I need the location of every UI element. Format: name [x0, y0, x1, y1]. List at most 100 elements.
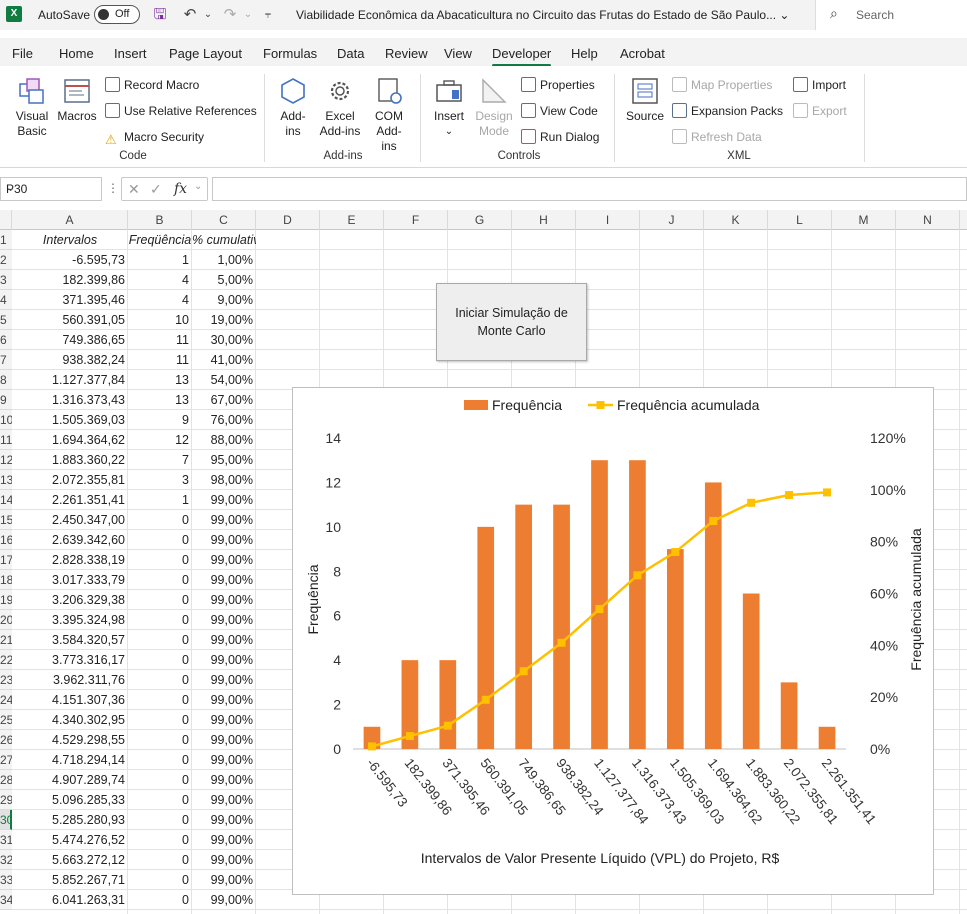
chevron-down-icon[interactable]: ⌄: [6, 181, 96, 194]
row-header[interactable]: 11: [0, 430, 12, 450]
row-header[interactable]: 26: [0, 730, 12, 750]
table-cell[interactable]: 99,00%: [192, 850, 256, 870]
column-header-n[interactable]: N: [896, 210, 960, 230]
table-cell[interactable]: 99,00%: [192, 690, 256, 710]
table-cell[interactable]: 99,00%: [192, 590, 256, 610]
tab-developer[interactable]: Developer: [492, 46, 552, 67]
column-header-e[interactable]: E: [320, 210, 384, 230]
column-header-d[interactable]: D: [256, 210, 320, 230]
visual-basic-button[interactable]: Visual Basic: [10, 76, 54, 139]
properties-button[interactable]: Properties: [521, 76, 595, 94]
expansion-packs-button[interactable]: Expansion Packs: [672, 102, 783, 120]
table-cell[interactable]: 0: [128, 610, 192, 630]
table-cell[interactable]: 1.316.373,43: [12, 390, 128, 410]
table-cell[interactable]: 99,00%: [192, 570, 256, 590]
table-cell[interactable]: 4: [128, 270, 192, 290]
table-cell[interactable]: 11: [128, 330, 192, 350]
table-cell[interactable]: 4.340.302,95: [12, 710, 128, 730]
row-header[interactable]: 29: [0, 790, 12, 810]
tab-help[interactable]: Help: [571, 46, 598, 61]
row-header[interactable]: 17: [0, 550, 12, 570]
row-header[interactable]: 21: [0, 630, 12, 650]
tab-view[interactable]: View: [444, 46, 472, 61]
table-cell[interactable]: 5.474.276,52: [12, 830, 128, 850]
row-header[interactable]: 3: [0, 270, 12, 290]
row-header[interactable]: 10: [0, 410, 12, 430]
column-header-a[interactable]: A: [12, 210, 128, 230]
table-cell[interactable]: 30,00%: [192, 330, 256, 350]
cancel-icon[interactable]: ✕: [128, 181, 140, 198]
table-cell[interactable]: 2.450.347,00: [12, 510, 128, 530]
chevron-down-icon[interactable]: ⌄: [194, 181, 202, 192]
row-header[interactable]: 30: [0, 810, 12, 830]
insert-control-button[interactable]: Insert ⌄: [430, 76, 468, 139]
run-dialog-button[interactable]: Run Dialog: [521, 128, 599, 146]
row-header[interactable]: 22: [0, 650, 12, 670]
column-header-l[interactable]: L: [768, 210, 832, 230]
table-cell[interactable]: 1: [128, 250, 192, 270]
undo-icon[interactable]: ↶: [180, 5, 200, 25]
table-cell[interactable]: 4.151.307,36: [12, 690, 128, 710]
table-cell[interactable]: 1.694.364,62: [12, 430, 128, 450]
redo-dropdown-icon[interactable]: ⌄: [238, 5, 258, 25]
addins-button[interactable]: Add-ins: [274, 76, 312, 139]
table-cell[interactable]: 41,00%: [192, 350, 256, 370]
table-cell[interactable]: 3.584.320,57: [12, 630, 128, 650]
design-mode-button[interactable]: Design Mode: [472, 76, 516, 139]
table-cell[interactable]: 2.261.351,41: [12, 490, 128, 510]
row-header[interactable]: 32: [0, 850, 12, 870]
row-header[interactable]: 31: [0, 830, 12, 850]
table-cell[interactable]: 13: [128, 370, 192, 390]
table-cell[interactable]: 3.395.324,98: [12, 610, 128, 630]
table-cell[interactable]: -6.595,73: [12, 250, 128, 270]
row-header[interactable]: 33: [0, 870, 12, 890]
table-cell[interactable]: 5.096.285,33: [12, 790, 128, 810]
table-cell[interactable]: 0: [128, 590, 192, 610]
table-cell[interactable]: 54,00%: [192, 370, 256, 390]
table-header-cell[interactable]: % cumulativo: [192, 230, 256, 250]
export-button[interactable]: Export: [793, 102, 847, 120]
insert-function-icon[interactable]: fx: [174, 181, 187, 197]
table-cell[interactable]: 0: [128, 810, 192, 830]
column-header-h[interactable]: H: [512, 210, 576, 230]
table-cell[interactable]: 95,00%: [192, 450, 256, 470]
table-cell[interactable]: 0: [128, 650, 192, 670]
table-cell[interactable]: 0: [128, 850, 192, 870]
table-cell[interactable]: 749.386,65: [12, 330, 128, 350]
table-cell[interactable]: 11: [128, 350, 192, 370]
table-cell[interactable]: 2.072.355,81: [12, 470, 128, 490]
autosave-toggle[interactable]: Off: [94, 5, 140, 24]
row-header[interactable]: 12: [0, 450, 12, 470]
column-header-j[interactable]: J: [640, 210, 704, 230]
table-cell[interactable]: 99,00%: [192, 530, 256, 550]
tab-page-layout[interactable]: Page Layout: [169, 46, 242, 61]
column-header-f[interactable]: F: [384, 210, 448, 230]
table-cell[interactable]: 99,00%: [192, 810, 256, 830]
com-addins-button[interactable]: COM Add-ins: [366, 76, 412, 154]
row-header[interactable]: 20: [0, 610, 12, 630]
table-cell[interactable]: 99,00%: [192, 650, 256, 670]
row-header[interactable]: 18: [0, 570, 12, 590]
tab-insert[interactable]: Insert: [114, 46, 147, 61]
undo-dropdown-icon[interactable]: ⌄: [198, 5, 218, 25]
column-header-c[interactable]: C: [192, 210, 256, 230]
table-cell[interactable]: 99,00%: [192, 490, 256, 510]
row-header[interactable]: 15: [0, 510, 12, 530]
macro-security-button[interactable]: ⚠ Macro Security: [105, 128, 204, 147]
column-header-m[interactable]: M: [832, 210, 896, 230]
tab-file[interactable]: File: [12, 46, 33, 61]
macros-button[interactable]: Macros: [56, 76, 98, 124]
table-cell[interactable]: 0: [128, 550, 192, 570]
table-cell[interactable]: 19,00%: [192, 310, 256, 330]
table-cell[interactable]: 10: [128, 310, 192, 330]
search-box[interactable]: ⌕ Search: [815, 0, 967, 30]
tab-review[interactable]: Review: [385, 46, 428, 61]
row-header[interactable]: 8: [0, 370, 12, 390]
table-cell[interactable]: 99,00%: [192, 510, 256, 530]
column-header-b[interactable]: B: [128, 210, 192, 230]
table-cell[interactable]: 0: [128, 870, 192, 890]
row-header[interactable]: 5: [0, 310, 12, 330]
table-cell[interactable]: 4: [128, 290, 192, 310]
document-title[interactable]: Viabilidade Econômica da Abacaticultura …: [296, 8, 789, 22]
view-code-button[interactable]: View Code: [521, 102, 598, 120]
